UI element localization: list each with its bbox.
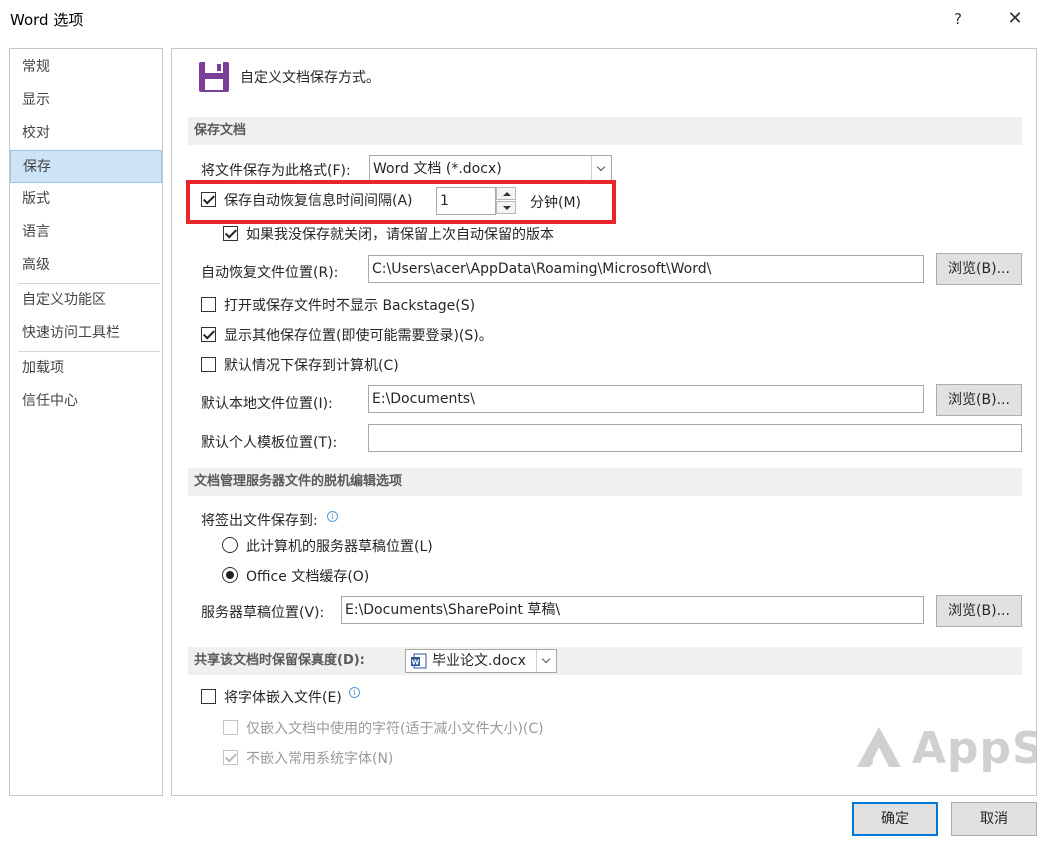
- format-select-value: Word 文档 (*.docx): [373, 161, 502, 177]
- help-button[interactable]: ?: [946, 6, 970, 32]
- server-drafts-location-label: 服务器草稿位置(V):: [201, 605, 325, 621]
- sidebar-item-proofing[interactable]: 校对: [10, 117, 162, 150]
- embed-fonts-checkbox[interactable]: [201, 689, 216, 704]
- save-to-computer-checkbox[interactable]: [201, 357, 216, 372]
- sidebar-item-addins[interactable]: 加载项: [10, 352, 162, 385]
- autorecover-location-input[interactable]: C:\Users\acer\AppData\Roaming\Microsoft\…: [368, 255, 924, 283]
- sidebar-item-customize-ribbon[interactable]: 自定义功能区: [10, 284, 162, 317]
- server-drafts-location-input[interactable]: E:\Documents\SharePoint 草稿\: [341, 596, 924, 624]
- browse-autorecover-button[interactable]: 浏览(B)...: [936, 253, 1022, 285]
- window-title: Word 选项: [10, 11, 84, 29]
- format-select[interactable]: Word 文档 (*.docx): [369, 155, 612, 183]
- default-local-location-input[interactable]: E:\Documents\: [368, 385, 924, 413]
- sidebar-item-advanced[interactable]: 高级: [10, 249, 162, 282]
- autorecover-minutes-input[interactable]: 1: [436, 187, 496, 215]
- section-heading-fidelity: 共享该文档时保留保真度(D):: [188, 647, 1022, 675]
- sidebar-item-save[interactable]: 保存: [10, 150, 162, 183]
- save-to-computer-label: 默认情况下保存到计算机(C): [224, 358, 399, 374]
- spin-up-button[interactable]: [496, 187, 516, 200]
- office-cache-label: Office 文档缓存(O): [246, 569, 370, 585]
- title-bar: Word 选项 ? ✕: [0, 0, 1046, 38]
- sidebar: 常规 显示 校对 保存 版式 语言 高级 自定义功能区 快速访问工具栏 加载项 …: [9, 48, 163, 796]
- embed-fonts-label: 将字体嵌入文件(E): [224, 690, 342, 706]
- cancel-button[interactable]: 取消: [951, 802, 1037, 836]
- info-icon: i: [349, 687, 360, 698]
- svg-text:W: W: [412, 659, 420, 667]
- sidebar-item-language[interactable]: 语言: [10, 216, 162, 249]
- embed-used-chars-label: 仅嵌入文档中使用的字符(适于减小文件大小)(C): [246, 721, 544, 737]
- close-button[interactable]: ✕: [1000, 6, 1030, 32]
- options-panel: 自定义文档保存方式。 保存文档 将文件保存为此格式(F): Word 文档 (*…: [171, 48, 1037, 796]
- autorecover-location-label: 自动恢复文件位置(R):: [201, 265, 339, 281]
- fidelity-heading-label: 共享该文档时保留保真度(D):: [194, 653, 365, 668]
- minutes-label: 分钟(M): [530, 195, 582, 211]
- server-drafts-label: 此计算机的服务器草稿位置(L): [246, 539, 433, 555]
- word-document-icon: W: [411, 653, 427, 669]
- format-label: 将文件保存为此格式(F):: [201, 163, 351, 179]
- document-select[interactable]: 毕业论文.docx W: [405, 649, 557, 673]
- browse-drafts-button[interactable]: 浏览(B)...: [936, 595, 1022, 627]
- document-select-value: 毕业论文.docx: [432, 653, 526, 669]
- default-local-location-label: 默认本地文件位置(I):: [201, 396, 333, 412]
- watermark-text: AppSo: [912, 723, 1036, 774]
- chevron-down-icon: [503, 206, 511, 210]
- info-icon: i: [327, 511, 338, 522]
- sidebar-item-trust-center[interactable]: 信任中心: [10, 385, 162, 418]
- chevron-down-icon: [591, 156, 611, 182]
- show-more-locations-checkbox[interactable]: [201, 327, 216, 342]
- sidebar-item-display[interactable]: 显示: [10, 84, 162, 117]
- chevron-up-icon: [503, 192, 511, 196]
- section-heading-offline: 文档管理服务器文件的脱机编辑选项: [188, 468, 1022, 496]
- sidebar-item-general[interactable]: 常规: [10, 51, 162, 84]
- autorecover-label: 保存自动恢复信息时间间隔(A): [224, 193, 413, 209]
- keep-last-version-checkbox[interactable]: [223, 226, 238, 241]
- appso-logo-icon: [857, 727, 901, 767]
- page-title: 自定义文档保存方式。: [240, 70, 380, 86]
- save-icon: [199, 62, 229, 92]
- office-cache-radio[interactable]: [222, 567, 238, 583]
- keep-last-version-label: 如果我没保存就关闭，请保留上次自动保留的版本: [246, 227, 554, 243]
- minutes-spinner[interactable]: [496, 187, 516, 215]
- show-more-locations-label: 显示其他保存位置(即使可能需要登录)(S)。: [224, 328, 493, 344]
- embed-used-chars-checkbox[interactable]: [223, 720, 238, 735]
- no-backstage-label: 打开或保存文件时不显示 Backstage(S): [224, 298, 476, 314]
- sidebar-item-quick-access[interactable]: 快速访问工具栏: [10, 317, 162, 350]
- chevron-down-icon: [536, 650, 556, 672]
- no-backstage-checkbox[interactable]: [201, 297, 216, 312]
- autorecover-checkbox[interactable]: [201, 192, 216, 207]
- server-drafts-radio[interactable]: [222, 537, 238, 553]
- no-common-fonts-label: 不嵌入常用系统字体(N): [246, 751, 394, 767]
- browse-local-button[interactable]: 浏览(B)...: [936, 384, 1022, 416]
- no-common-fonts-checkbox[interactable]: [223, 750, 238, 765]
- spin-down-button[interactable]: [496, 201, 516, 214]
- default-template-location-input[interactable]: [368, 424, 1022, 452]
- section-heading-save: 保存文档: [188, 117, 1022, 145]
- sidebar-item-layout[interactable]: 版式: [10, 183, 162, 216]
- checkout-label: 将签出文件保存到:: [201, 513, 318, 529]
- ok-button[interactable]: 确定: [852, 802, 938, 836]
- default-template-location-label: 默认个人模板位置(T):: [201, 435, 338, 451]
